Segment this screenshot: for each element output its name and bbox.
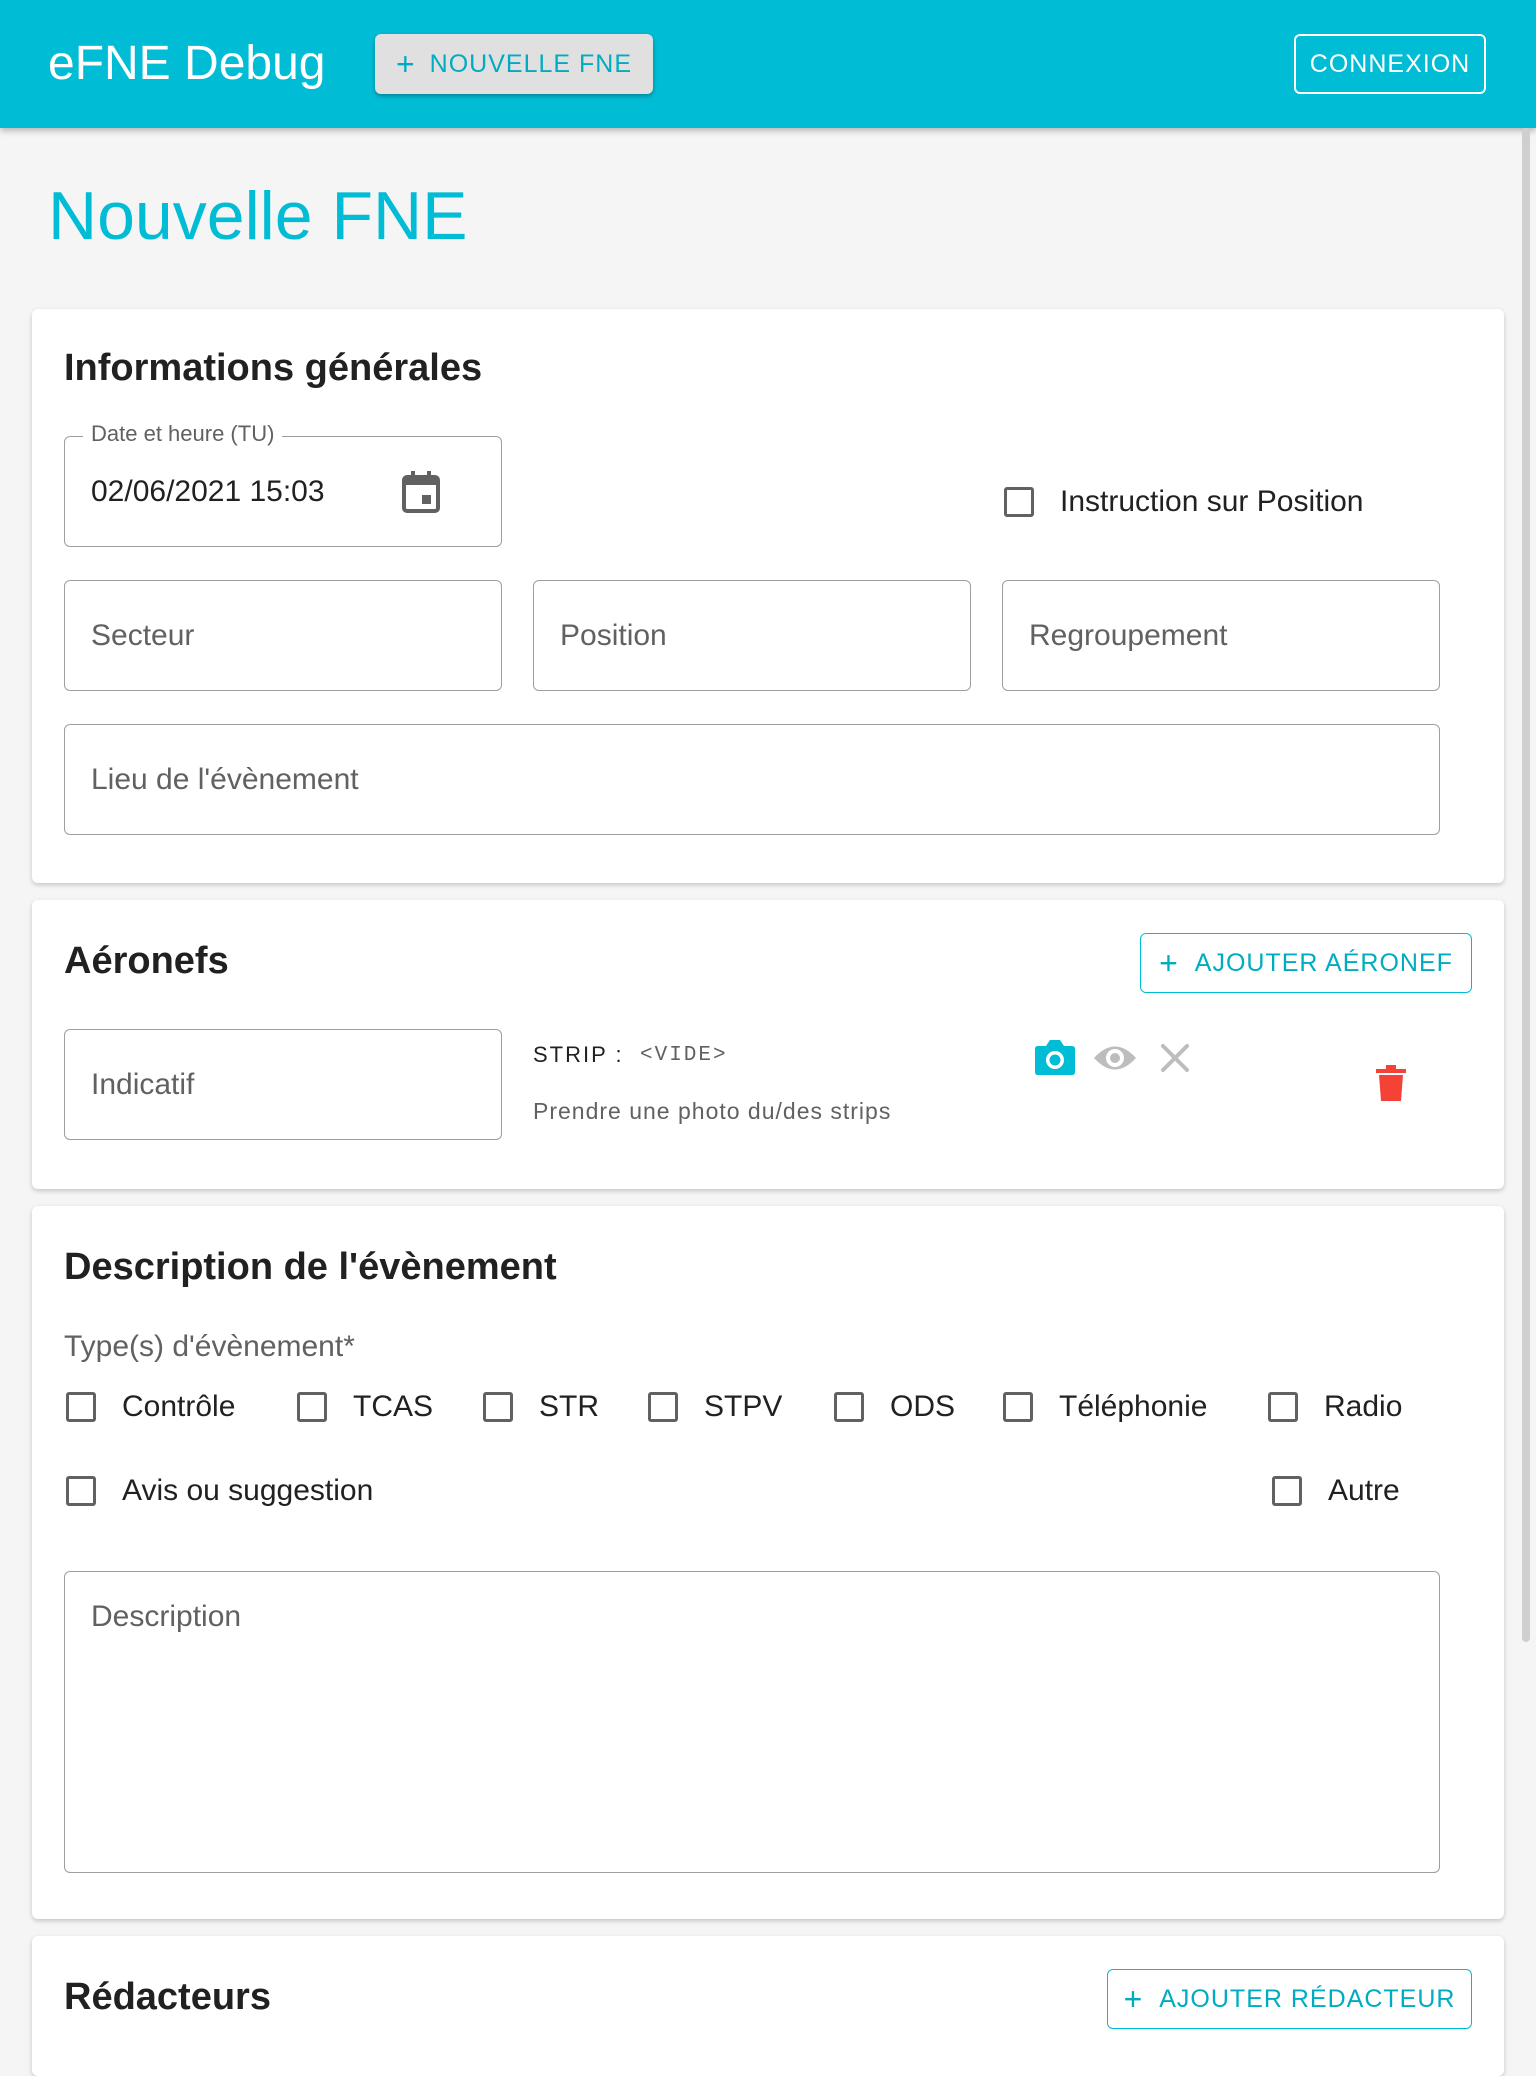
checkbox-box[interactable]: [483, 1392, 513, 1422]
new-fne-button[interactable]: + NOUVELLE FNE: [375, 34, 653, 94]
sector-placeholder: Secteur: [91, 618, 195, 652]
event-description-title: Description de l'évènement: [64, 1246, 557, 1288]
type-checkbox-label: ODS: [890, 1390, 956, 1423]
type-checkbox-radio[interactable]: Radio: [1268, 1390, 1402, 1424]
page-title: Nouvelle FNE: [48, 178, 468, 254]
checkbox-box[interactable]: [1268, 1392, 1298, 1422]
type-checkbox-label: Contrôle: [122, 1390, 236, 1423]
type-checkbox-str[interactable]: STR: [483, 1390, 599, 1424]
type-checkbox-controle[interactable]: Contrôle: [66, 1390, 235, 1424]
app-title: eFNE Debug: [48, 37, 326, 90]
type-checkbox-label: STR: [539, 1390, 599, 1423]
type-checkbox-label: Radio: [1324, 1390, 1403, 1423]
location-placeholder: Lieu de l'évènement: [91, 762, 359, 796]
strip-help-text: Prendre une photo du/des strips: [533, 1098, 892, 1124]
plus-icon: +: [1159, 945, 1179, 981]
add-aircraft-label: AJOUTER AÉRONEF: [1194, 948, 1453, 977]
type-checkbox-tcas[interactable]: TCAS: [297, 1390, 433, 1424]
event-description-card: Description de l'évènement Description: [32, 1206, 1504, 1919]
date-time-label: Date et heure (TU): [83, 421, 283, 447]
checkbox-box[interactable]: [648, 1392, 678, 1422]
add-writer-button[interactable]: + AJOUTER RÉDACTEUR: [1107, 1969, 1472, 2029]
sector-input[interactable]: Secteur: [64, 580, 502, 691]
type-checkbox-label: Avis ou suggestion: [122, 1474, 374, 1507]
callsign-input[interactable]: Indicatif: [64, 1029, 502, 1140]
type-checkbox-label: Autre: [1328, 1474, 1400, 1507]
checkbox-box[interactable]: [834, 1392, 864, 1422]
login-button[interactable]: CONNEXION: [1294, 34, 1486, 94]
general-info-card: Informations générales Date et heure (TU…: [32, 309, 1504, 883]
date-time-field[interactable]: Date et heure (TU) 02/06/2021 15:03: [64, 421, 502, 547]
camera-icon[interactable]: [1034, 1038, 1076, 1076]
eye-icon[interactable]: [1093, 1043, 1137, 1073]
add-writer-label: AJOUTER RÉDACTEUR: [1159, 1984, 1456, 2013]
plus-icon: +: [1123, 1981, 1144, 2017]
new-fne-label: NOUVELLE FNE: [429, 49, 633, 78]
type-checkbox-telephonie[interactable]: Téléphonie: [1003, 1390, 1207, 1424]
position-placeholder: Position: [560, 618, 667, 652]
instruction-checkbox-label: Instruction sur Position: [1060, 485, 1364, 518]
plus-icon: +: [395, 46, 416, 82]
close-icon[interactable]: [1160, 1043, 1190, 1073]
date-time-value: 02/06/2021 15:03: [91, 474, 325, 508]
type-checkbox-label: STPV: [704, 1390, 783, 1423]
grouping-input[interactable]: Regroupement: [1002, 580, 1440, 691]
writers-card: Rédacteurs + AJOUTER RÉDACTEUR: [32, 1936, 1504, 2076]
aircraft-card: Aéronefs + AJOUTER AÉRONEF Indicatif: [32, 900, 1504, 1189]
type-checkbox-avis[interactable]: Avis ou suggestion: [66, 1474, 373, 1508]
type-checkbox-autre[interactable]: Autre: [1272, 1474, 1400, 1508]
type-checkbox-ods[interactable]: ODS: [834, 1390, 955, 1424]
writers-title: Rédacteurs: [64, 1976, 271, 2018]
instruction-checkbox[interactable]: Instruction sur Position: [1004, 485, 1363, 519]
strip-value: <VIDE>: [640, 1044, 728, 1067]
app-bar: eFNE Debug + NOUVELLE FNE CONNEXION: [0, 0, 1536, 128]
checkbox-box[interactable]: [1272, 1476, 1302, 1506]
calendar-icon[interactable]: [401, 470, 441, 514]
type-checkbox-label: TCAS: [353, 1390, 434, 1423]
scrollbar[interactable]: [1522, 128, 1530, 1642]
checkbox-box[interactable]: [66, 1392, 96, 1422]
add-aircraft-button[interactable]: + AJOUTER AÉRONEF: [1140, 933, 1472, 993]
callsign-placeholder: Indicatif: [91, 1067, 195, 1101]
position-input[interactable]: Position: [533, 580, 971, 691]
trash-icon[interactable]: [1376, 1065, 1406, 1101]
strip-label: STRIP :: [533, 1042, 624, 1067]
location-input[interactable]: Lieu de l'évènement: [64, 724, 1440, 835]
aircraft-title: Aéronefs: [64, 940, 229, 982]
instruction-checkbox-box[interactable]: [1004, 487, 1034, 517]
general-info-title: Informations générales: [64, 347, 483, 389]
description-placeholder: Description: [91, 1600, 242, 1633]
checkbox-box[interactable]: [1003, 1392, 1033, 1422]
checkbox-box[interactable]: [297, 1392, 327, 1422]
event-types-label: Type(s) d'évènement*: [64, 1330, 355, 1363]
type-checkbox-stpv[interactable]: STPV: [648, 1390, 782, 1424]
type-checkbox-label: Téléphonie: [1059, 1390, 1208, 1423]
checkbox-box[interactable]: [66, 1476, 96, 1506]
grouping-placeholder: Regroupement: [1029, 618, 1228, 652]
description-textarea[interactable]: Description: [64, 1571, 1440, 1873]
